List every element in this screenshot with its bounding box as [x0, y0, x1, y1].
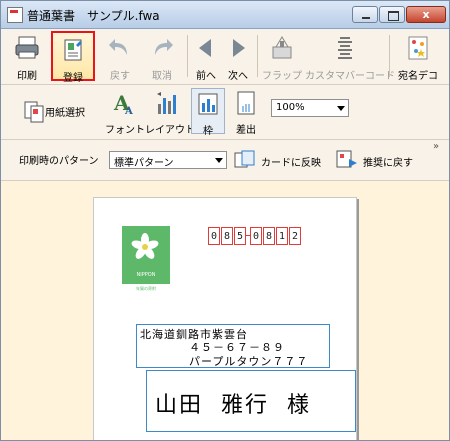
zoom-select[interactable]: 100%	[271, 99, 349, 117]
flap-label: フラップ	[262, 71, 302, 82]
pattern-value: 標準パターン	[114, 158, 174, 169]
restore-icon	[336, 150, 357, 168]
font-icon: A A	[113, 91, 133, 116]
zip-digit: 8	[221, 227, 233, 245]
sender-card-icon	[237, 91, 255, 115]
register-card-icon	[64, 39, 82, 61]
postage-stamp: NIPPON	[122, 226, 170, 284]
flap-button[interactable]: フラップ	[259, 31, 305, 82]
toolbar-separator	[257, 35, 258, 77]
recipient-surname: 山田	[155, 393, 204, 418]
undo-label: 戻す	[110, 71, 130, 82]
maximize-button[interactable]	[379, 6, 405, 23]
pattern-label: 印刷時のパターン	[19, 156, 99, 167]
maximize-icon	[388, 11, 399, 21]
triangle-right-icon	[233, 39, 245, 57]
stamp-caption: 年賀の寄附	[136, 286, 156, 291]
close-icon: x	[422, 8, 430, 21]
prev-label: 前へ	[196, 71, 216, 82]
register-label: 登録	[63, 73, 83, 84]
postcard[interactable]: NIPPON 年賀の寄附 0 8 5 0 8 1 2 北海道釧路市紫雲台 ４５－…	[93, 197, 357, 440]
title-bar[interactable]: 普通葉書 サンプル.fwa x	[1, 1, 449, 29]
recipient-name-frame[interactable]: 山田 雅行様	[146, 370, 356, 432]
frame-icon	[198, 93, 218, 115]
addressee-deco-button[interactable]: 宛名デコ	[393, 31, 443, 82]
next-label: 次へ	[228, 71, 248, 82]
layout-bars-icon	[157, 92, 176, 114]
svg-text:A: A	[124, 106, 133, 116]
cancel-label: 取消	[152, 71, 172, 82]
chevron-down-icon[interactable]	[337, 106, 345, 111]
address-line: パープルタウン７７７	[189, 355, 309, 368]
toolbar-separator	[389, 35, 390, 77]
cancel-button[interactable]: 取消	[143, 31, 181, 82]
custom-barcode-label: カスタマバーコード	[305, 71, 395, 82]
zip-digit: 0	[250, 227, 262, 245]
redo-arrow-icon	[155, 39, 173, 55]
print-button[interactable]: 印刷	[7, 31, 47, 82]
honorific: 様	[287, 393, 312, 418]
restore-recommended-button[interactable]: 推奨に戻す	[333, 146, 429, 174]
sender-label: 差出	[236, 125, 256, 136]
zip-digit: 8	[263, 227, 275, 245]
layout-label: レイアウト	[145, 125, 195, 136]
printer-icon	[15, 36, 39, 59]
minimize-icon	[362, 17, 370, 19]
close-button[interactable]: x	[406, 6, 446, 23]
layout-button[interactable]: レイアウト	[145, 88, 195, 136]
undo-arrow-icon	[109, 39, 127, 55]
reflect-card-button[interactable]: カードに反映	[231, 146, 327, 174]
triangle-left-icon	[199, 39, 211, 57]
recipient-given-name: 雅行	[221, 393, 270, 418]
next-button[interactable]: 次へ	[223, 31, 253, 82]
paper-icon	[24, 101, 44, 123]
recipient-name: 山田 雅行様	[155, 387, 311, 419]
main-toolbar: 印刷 登録 戻す 取消 前へ 次へ フラップ カスタマバーコード 宛名デコ	[1, 29, 449, 85]
zip-digit: 2	[289, 227, 301, 245]
frame-button[interactable]: 枠	[191, 88, 225, 137]
reflect-card-label: カードに反映	[261, 158, 321, 169]
stamp-nippon-text: NIPPON	[136, 272, 156, 278]
app-window: 普通葉書 サンプル.fwa x 印刷 登録 戻す 取消 前へ 次へ フラップ カ…	[0, 0, 450, 441]
paper-select-label: 用紙選択	[45, 108, 85, 119]
reflect-cards-icon	[234, 150, 255, 168]
print-label: 印刷	[17, 71, 37, 82]
register-button[interactable]: 登録	[51, 31, 95, 84]
barcode-icon	[338, 37, 352, 59]
zip-digit: 1	[276, 227, 288, 245]
custom-barcode-button[interactable]: カスタマバーコード	[305, 31, 395, 82]
format-toolbar: 用紙選択 A A フォント レイアウト 枠 差出 100%	[1, 85, 449, 140]
address-frame[interactable]: 北海道釧路市紫雲台 ４５－６７－８９ パープルタウン７７７	[136, 324, 330, 368]
pattern-select[interactable]: 標準パターン	[109, 151, 227, 169]
addressee-deco-label: 宛名デコ	[398, 71, 438, 82]
zip-digit: 0	[208, 227, 220, 245]
zoom-value: 100%	[276, 102, 305, 113]
toolbar-separator	[187, 35, 188, 77]
frame-label: 枠	[203, 126, 213, 137]
flower-icon	[131, 233, 159, 259]
zip-digit: 5	[234, 227, 246, 245]
pattern-toolbar: 印刷時のパターン 標準パターン カードに反映 推奨に戻す »	[1, 140, 449, 181]
undo-button[interactable]: 戻す	[101, 31, 139, 82]
paper-select-button[interactable]: 用紙選択	[9, 88, 85, 134]
restore-recommended-label: 推奨に戻す	[363, 158, 413, 169]
card-canvas: NIPPON 年賀の寄附 0 8 5 0 8 1 2 北海道釧路市紫雲台 ４５－…	[1, 181, 449, 440]
app-icon	[7, 7, 23, 23]
sender-button[interactable]: 差出	[229, 88, 263, 136]
prev-button[interactable]: 前へ	[191, 31, 221, 82]
chevron-down-icon[interactable]	[215, 158, 223, 163]
toolbar-overflow-chevron[interactable]: »	[433, 141, 439, 152]
window-title: 普通葉書 サンプル.fwa	[27, 9, 160, 23]
font-label: フォント	[105, 125, 145, 136]
minimize-button[interactable]	[352, 6, 378, 23]
flap-icon	[272, 36, 292, 59]
deco-card-icon	[408, 36, 428, 60]
font-button[interactable]: A A フォント	[105, 88, 145, 136]
